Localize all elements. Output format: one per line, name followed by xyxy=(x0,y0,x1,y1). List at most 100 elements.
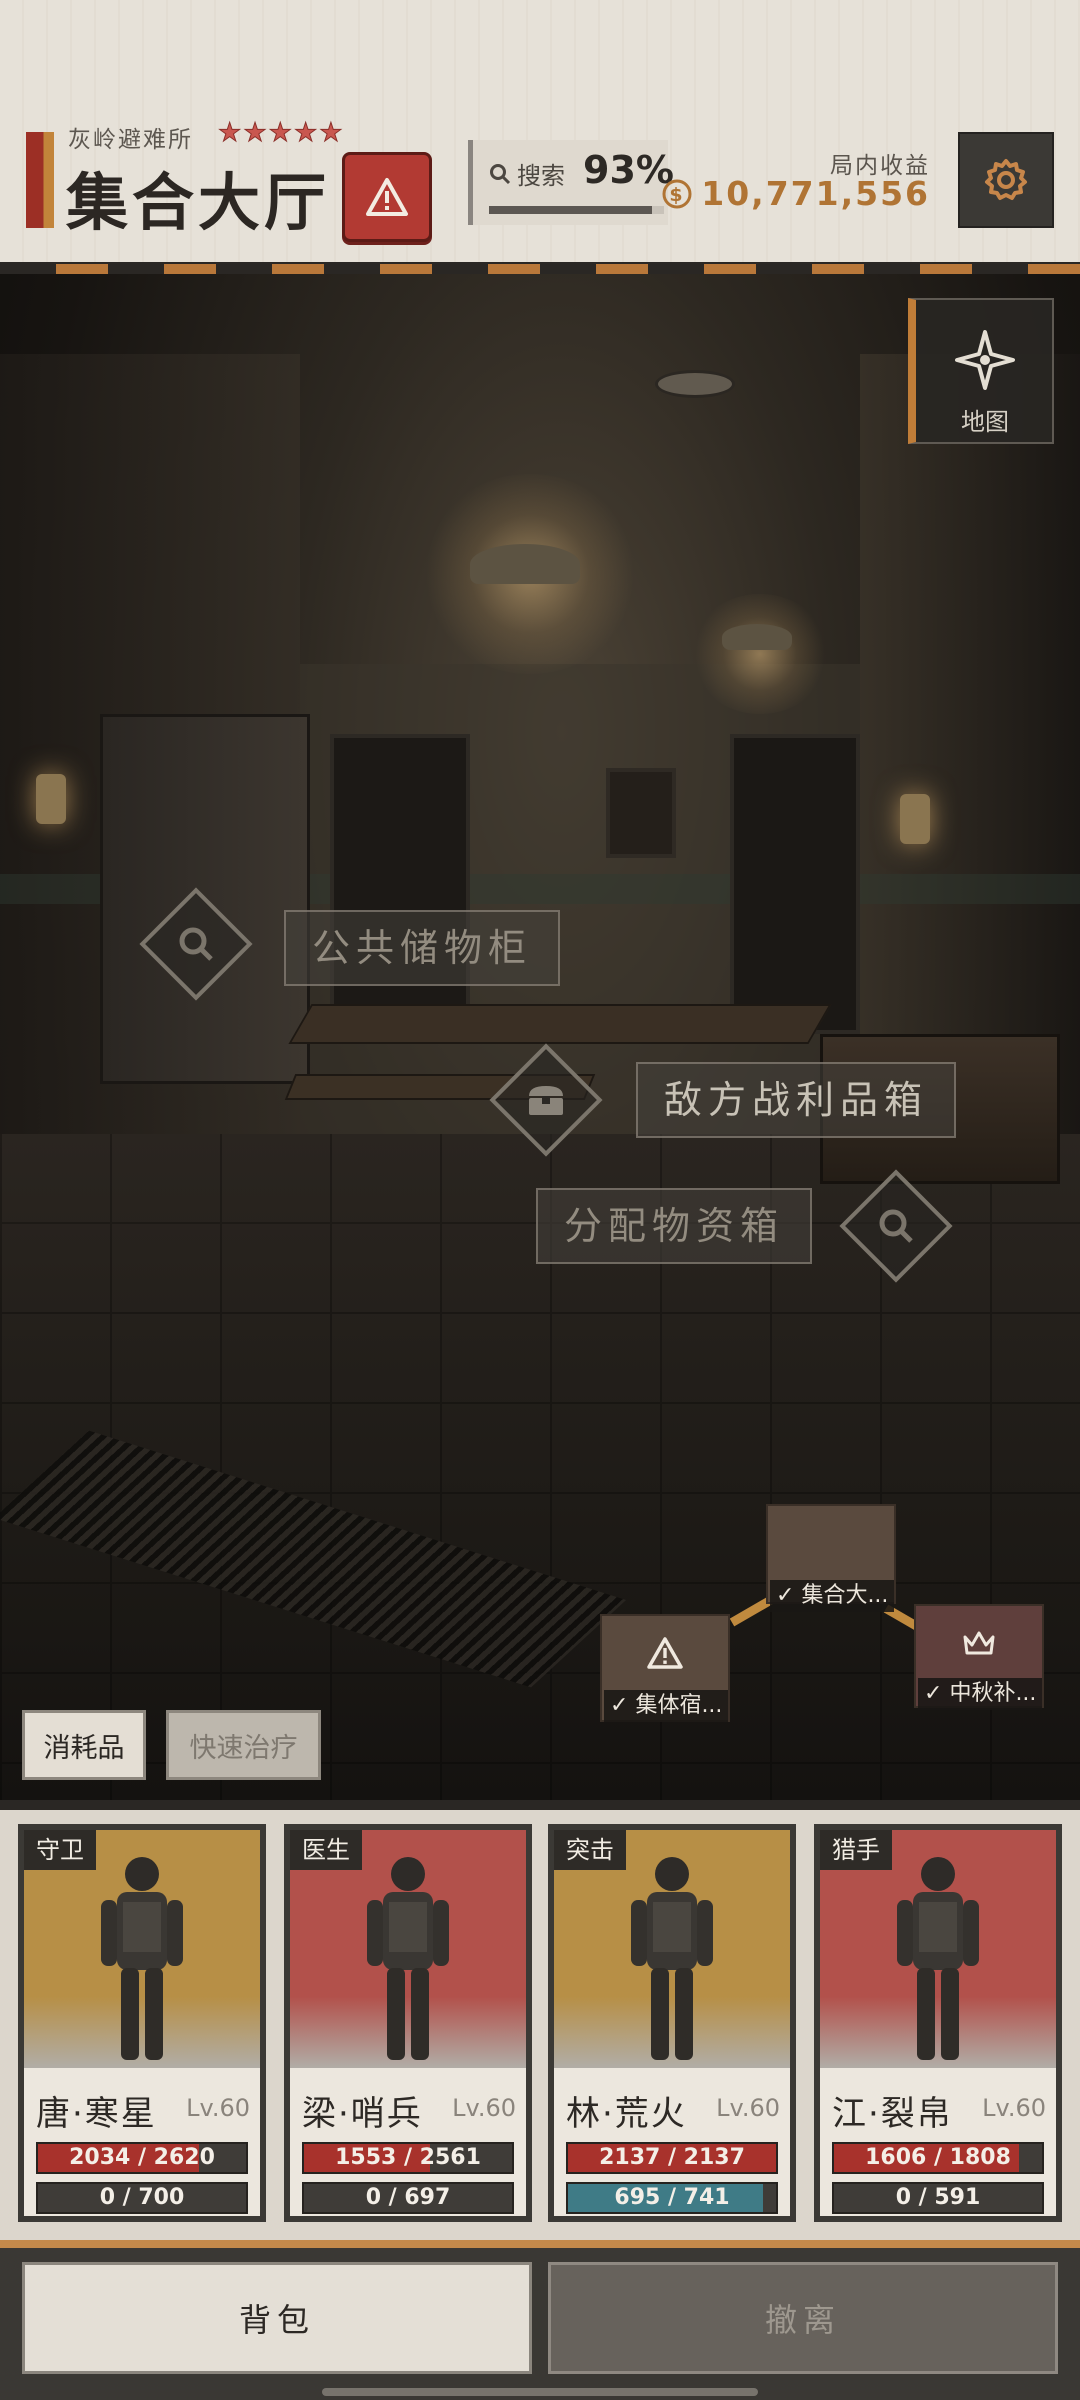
location-label-supply[interactable]: 分配物资箱 xyxy=(536,1188,813,1264)
squad-divider xyxy=(0,1800,1080,1810)
squad-member-card[interactable]: 突击 林·荒火 Lv.60 2137 / 2137 695 / 741 xyxy=(548,1824,796,2222)
search-icon xyxy=(179,927,213,961)
header-accent-bar xyxy=(26,132,54,228)
scene-door-right xyxy=(730,734,860,1034)
star-icon: ★ xyxy=(293,118,318,149)
check-icon: ✓ xyxy=(610,1693,636,1718)
scene-wall-lamp xyxy=(900,794,930,844)
soldier-figure xyxy=(367,1857,449,2060)
location-label-locker[interactable]: 公共储物柜 xyxy=(284,910,561,986)
member-level: Lv.60 xyxy=(716,2094,780,2122)
home-indicator xyxy=(322,2388,758,2396)
member-name: 唐·寒星 xyxy=(36,2094,157,2134)
room-scene: 公共储物柜 敌方战利品箱 分配物资箱 地图 ✓ 集合大... ✓ 集体宿... … xyxy=(0,274,1080,1800)
member-portrait: 医生 xyxy=(290,1830,526,2068)
member-role-badge: 医生 xyxy=(290,1830,362,1870)
squad-member-card[interactable]: 守卫 唐·寒星 Lv.60 2034 / 2620 0 / 700 xyxy=(18,1824,266,2222)
coin-icon: $ xyxy=(662,179,692,208)
member-name: 江·裂帛 xyxy=(832,2094,953,2134)
scene-ceiling-lamp xyxy=(722,624,792,650)
minimap-tag-mid: ✓ 中秋补... xyxy=(918,1678,1042,1710)
scene-wall-shelf xyxy=(606,768,676,858)
member-stamina-bar: 0 / 697 xyxy=(302,2182,514,2214)
alert-button[interactable] xyxy=(342,152,432,242)
star-icon: ★ xyxy=(217,118,242,149)
top-header: 灰岭避难所 ★ ★ ★ ★ ★ 集合大厅 搜索 93% 局内收益 $ 10,77… xyxy=(0,0,1080,262)
member-stamina-text: 0 / 697 xyxy=(365,2185,451,2210)
shelter-name: 灰岭避难所 xyxy=(68,127,193,153)
member-stamina-text: 695 / 741 xyxy=(614,2185,730,2210)
header-strip-dash xyxy=(1028,264,1080,274)
search-icon xyxy=(879,1209,913,1243)
search-progress-bar xyxy=(489,206,664,214)
minimap-tag-hall: ✓ 集合大... xyxy=(770,1580,894,1612)
room-title: 集合大厅 xyxy=(66,166,331,239)
member-stamina-text: 0 / 700 xyxy=(99,2185,185,2210)
bottom-bar: 背包 撤离 xyxy=(0,2248,1080,2400)
member-stamina-text: 0 / 591 xyxy=(895,2185,981,2210)
svg-text:$: $ xyxy=(670,184,685,206)
search-label-text: 搜索 xyxy=(517,162,565,190)
income-value: $ 10,771,556 xyxy=(661,174,930,213)
member-hp-bar: 1606 / 1808 xyxy=(832,2142,1044,2174)
member-role-badge: 猎手 xyxy=(820,1830,892,1870)
member-stamina-bar: 0 / 591 xyxy=(832,2182,1044,2214)
member-hp-bar: 1553 / 2561 xyxy=(302,2142,514,2174)
member-hp-text: 1553 / 2561 xyxy=(335,2145,481,2170)
squad-panel: 守卫 唐·寒星 Lv.60 2034 / 2620 0 / 700 医生 梁·哨… xyxy=(0,1810,1080,2240)
search-progress-panel: 搜索 93% xyxy=(468,140,674,225)
soldier-figure xyxy=(897,1857,979,2060)
crown-icon xyxy=(963,1631,995,1655)
card-body: 医生 梁·哨兵 Lv.60 1553 / 2561 0 / 697 xyxy=(290,1830,526,2216)
consumables-button[interactable]: 消耗品 xyxy=(22,1710,146,1780)
minimap-tag-dorm: ✓ 集体宿... xyxy=(604,1690,728,1722)
evacuate-button[interactable]: 撤离 xyxy=(548,2262,1058,2374)
member-stamina-bar: 695 / 741 xyxy=(566,2182,778,2214)
settings-button[interactable] xyxy=(958,132,1054,228)
scene-ceiling-lamp xyxy=(470,544,580,584)
shelter-rating: ★ ★ ★ ★ ★ xyxy=(217,118,343,149)
member-hp-text: 2137 / 2137 xyxy=(599,2145,745,2170)
header-strip-dash xyxy=(380,264,432,274)
star-icon: ★ xyxy=(243,118,267,149)
map-button[interactable]: 地图 xyxy=(908,298,1054,444)
member-portrait: 突击 xyxy=(554,1830,790,2068)
member-hp-text: 1606 / 1808 xyxy=(865,2145,1011,2170)
scene-door-left xyxy=(330,734,470,1034)
member-portrait: 猎手 xyxy=(820,1830,1056,2068)
star-icon: ★ xyxy=(268,118,292,149)
warning-icon xyxy=(366,178,408,216)
header-strip-dash xyxy=(164,264,216,274)
card-body: 守卫 唐·寒星 Lv.60 2034 / 2620 0 / 700 xyxy=(24,1830,260,2216)
scene-light-glow xyxy=(690,594,830,714)
header-strip-dash xyxy=(596,264,648,274)
bottom-divider xyxy=(0,2240,1080,2248)
soldier-figure xyxy=(631,1857,713,2060)
location-label-enemy-loot[interactable]: 敌方战利品箱 xyxy=(636,1062,957,1138)
income-amount: 10,771,556 xyxy=(701,174,930,213)
scene-table xyxy=(288,1004,832,1044)
header-divider xyxy=(0,262,1080,274)
minimap-label-mid: 中秋补... xyxy=(949,1681,1037,1706)
chest-icon xyxy=(529,1086,563,1115)
quick-heal-button[interactable]: 快速治疗 xyxy=(166,1710,321,1780)
squad-member-card[interactable]: 医生 梁·哨兵 Lv.60 1553 / 2561 0 / 697 xyxy=(284,1824,532,2222)
member-level: Lv.60 xyxy=(452,2094,516,2122)
soldier-figure xyxy=(101,1857,183,2060)
scene-ceiling-vent xyxy=(655,370,735,398)
card-body: 突击 林·荒火 Lv.60 2137 / 2137 695 / 741 xyxy=(554,1830,790,2216)
backpack-button[interactable]: 背包 xyxy=(22,2262,532,2374)
member-portrait: 守卫 xyxy=(24,1830,260,2068)
member-stamina-bar: 0 / 700 xyxy=(36,2182,248,2214)
header-strip-dash xyxy=(272,264,324,274)
member-name: 梁·哨兵 xyxy=(302,2094,423,2134)
squad-member-card[interactable]: 猎手 江·裂帛 Lv.60 1606 / 1808 0 / 591 xyxy=(814,1824,1062,2222)
warning-icon xyxy=(647,1637,683,1669)
map-label: 地图 xyxy=(961,408,1009,436)
compass-icon xyxy=(955,330,1015,390)
member-name: 林·荒火 xyxy=(566,2094,687,2134)
search-label: 搜索 xyxy=(489,156,565,191)
member-level: Lv.60 xyxy=(186,2094,250,2122)
header-strip-dash xyxy=(56,264,108,274)
member-hp-text: 2034 / 2620 xyxy=(69,2145,215,2170)
